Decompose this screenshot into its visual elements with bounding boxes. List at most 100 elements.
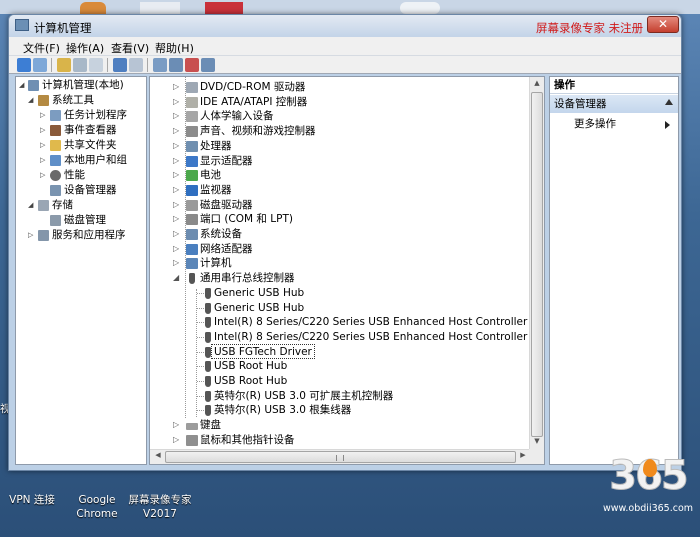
device-category-label: 端口 (COM 和 LPT) — [200, 213, 293, 226]
device-category-label: 声音、视频和游戏控制器 — [200, 125, 316, 138]
scroll-corner — [529, 449, 544, 464]
vertical-scroll-thumb[interactable] — [531, 92, 543, 437]
tree-item-label: 服务和应用程序 — [52, 229, 126, 241]
expand-arrow-icon[interactable]: ▷ — [173, 183, 182, 198]
expand-arrow-icon[interactable]: ▷ — [173, 154, 182, 169]
desktop-icon-vpn[interactable]: VPN 连接 — [4, 493, 60, 507]
scroll-right-arrow-icon[interactable]: ▶ — [517, 451, 529, 459]
enable-device-icon[interactable] — [201, 58, 215, 72]
port-icon — [186, 214, 198, 226]
recorder-watermark: 屏幕录像专家 未注册 — [536, 21, 644, 35]
show-hide-tree-icon[interactable] — [73, 58, 87, 72]
close-button[interactable]: ✕ — [647, 16, 679, 33]
collapse-up-arrow-icon[interactable] — [665, 99, 673, 105]
collapse-arrow-icon[interactable]: ◢ — [28, 97, 35, 104]
usb-device-icon — [205, 361, 211, 373]
usb-device-icon — [205, 287, 211, 299]
collapse-arrow-icon[interactable]: ◢ — [19, 82, 26, 89]
logo-drop-icon — [643, 459, 657, 477]
properties-icon[interactable] — [89, 58, 103, 72]
actions-section-device-manager[interactable]: 设备管理器 — [550, 95, 678, 113]
expand-arrow-icon[interactable]: ▷ — [173, 80, 182, 95]
collapse-arrow-icon[interactable]: ◢ — [28, 202, 35, 209]
menu-file[interactable]: 文件(F) — [23, 40, 60, 56]
tools-icon — [38, 95, 49, 106]
uninstall-device-icon[interactable] — [185, 58, 199, 72]
up-folder-icon[interactable] — [57, 58, 71, 72]
usb-device-icon — [205, 331, 211, 343]
tree-item-label: 性能 — [64, 169, 85, 181]
expand-arrow-icon[interactable]: ▷ — [173, 198, 182, 213]
logo-site-url: www.obdii365.com — [602, 503, 694, 514]
expand-arrow-icon[interactable]: ▷ — [28, 232, 35, 239]
expand-arrow-icon[interactable]: ▷ — [40, 112, 47, 119]
scroll-up-arrow-icon[interactable]: ▲ — [532, 79, 542, 91]
menu-action[interactable]: 操作(A) — [66, 40, 104, 56]
usb-device-label: USB FGTech Driver — [214, 345, 312, 358]
tree-connector — [197, 366, 204, 368]
tree-item-label: 事件查看器 — [64, 124, 117, 136]
expand-arrow-icon[interactable]: ▷ — [173, 242, 182, 257]
submenu-arrow-icon[interactable] — [665, 121, 670, 129]
expand-arrow-icon[interactable]: ▷ — [173, 256, 182, 271]
forward-arrow-icon[interactable] — [33, 58, 47, 72]
navigation-tree-pane: ◢ 计算机管理(本地) ◢ 系统工具 ▷ 任务计划程序 ▷ 事件查看器 ▷ 共享… — [15, 76, 147, 465]
help-icon[interactable] — [113, 58, 127, 72]
event-viewer-icon — [50, 125, 61, 136]
menu-view[interactable]: 查看(V) — [111, 40, 149, 56]
vertical-scrollbar[interactable]: ▲ ▼ — [529, 77, 544, 451]
toolbar-separator — [107, 58, 108, 72]
scan-hardware-icon[interactable] — [153, 58, 167, 72]
window-title: 计算机管理 — [34, 21, 92, 35]
background-tab-2 — [140, 2, 180, 14]
expand-arrow-icon[interactable]: ▷ — [173, 95, 182, 110]
expand-arrow-icon[interactable]: ▷ — [173, 109, 182, 124]
expand-arrow-icon[interactable]: ▷ — [173, 124, 182, 139]
tree-item-label: 任务计划程序 — [64, 109, 127, 121]
desktop-icon-chrome[interactable]: Google Chrome — [68, 493, 126, 521]
tree-item-label: 共享文件夹 — [64, 139, 117, 151]
update-driver-icon[interactable] — [169, 58, 183, 72]
menu-help[interactable]: 帮助(H) — [155, 40, 194, 56]
scroll-down-arrow-icon[interactable]: ▼ — [532, 437, 542, 449]
computer-management-app-icon — [15, 19, 29, 31]
device-category-label: 人体学输入设备 — [200, 110, 274, 123]
toolbar — [9, 56, 681, 74]
expand-arrow-icon[interactable]: ▷ — [40, 142, 47, 149]
expand-arrow-icon[interactable]: ▷ — [173, 139, 182, 154]
collapse-arrow-icon[interactable]: ◢ — [173, 271, 182, 286]
usb-device-label: USB Root Hub — [214, 375, 288, 387]
usb-device-label: Generic USB Hub — [214, 286, 305, 299]
expand-arrow-icon[interactable]: ▷ — [40, 127, 47, 134]
disk-management-icon — [50, 215, 61, 226]
expand-arrow-icon[interactable]: ▷ — [40, 157, 47, 164]
usb-device-icon — [205, 405, 211, 417]
toolbar-separator — [51, 58, 52, 72]
title-bar[interactable]: 计算机管理 屏幕录像专家 未注册 ✕ — [9, 15, 681, 37]
horizontal-scroll-thumb[interactable] — [165, 451, 516, 463]
expand-arrow-icon[interactable]: ▷ — [173, 168, 182, 183]
tree-connector — [197, 381, 204, 382]
usb-device-label: 英特尔(R) USB 3.0 根集线器 — [214, 404, 352, 417]
horizontal-scrollbar[interactable]: ◀ ▶ — [150, 449, 531, 464]
expand-arrow-icon[interactable]: ▷ — [173, 418, 182, 433]
computer-management-window: 计算机管理 屏幕录像专家 未注册 ✕ 文件(F) 操作(A) 查看(V) 帮助(… — [8, 14, 682, 471]
menu-bar: 文件(F) 操作(A) 查看(V) 帮助(H) — [9, 37, 681, 56]
expand-arrow-icon[interactable]: ▷ — [173, 227, 182, 242]
scroll-left-arrow-icon[interactable]: ◀ — [152, 451, 164, 459]
back-arrow-icon[interactable] — [17, 58, 31, 72]
tree-connector — [197, 292, 204, 294]
view-icon[interactable] — [129, 58, 143, 72]
desktop-icon-screen-recorder[interactable]: 屏幕录像专家 V2017 — [126, 493, 194, 521]
device-tree-pane: ▷ DVD/CD-ROM 驱动器 ▷ IDE ATA/ATAPI 控制器 ▷ 人… — [149, 76, 545, 465]
expand-arrow-icon[interactable]: ▷ — [173, 212, 182, 227]
services-icon — [38, 230, 49, 241]
scroll-grip-icon — [336, 455, 344, 461]
more-actions-link[interactable]: 更多操作 — [574, 117, 616, 132]
expand-arrow-icon[interactable]: ▷ — [40, 172, 47, 179]
tree-item-label: 磁盘管理 — [64, 214, 106, 226]
expand-arrow-icon[interactable]: ▷ — [173, 433, 182, 448]
shared-folder-icon — [50, 140, 61, 151]
usb-device-icon — [205, 346, 211, 358]
usb-device-label: Generic USB Hub — [214, 301, 305, 314]
